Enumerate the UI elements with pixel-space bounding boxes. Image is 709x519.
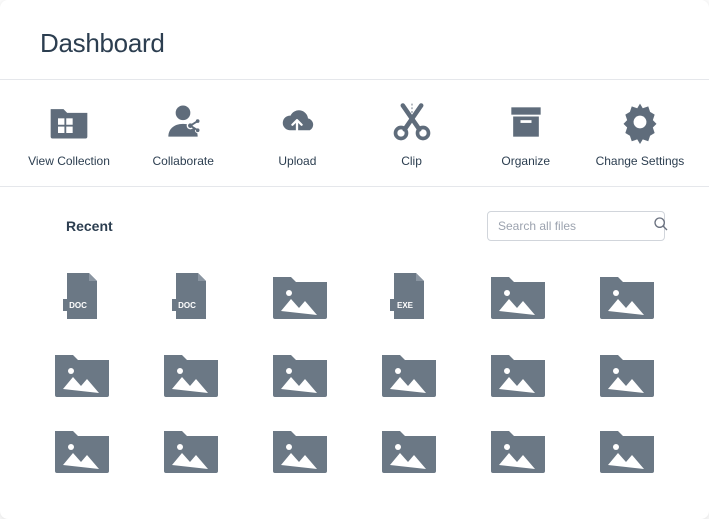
recent-section-title: Recent bbox=[44, 218, 113, 234]
view-collection-button[interactable]: View Collection bbox=[24, 98, 114, 168]
collaborate-icon bbox=[159, 98, 207, 146]
folder-image[interactable] bbox=[157, 349, 226, 399]
folder-image[interactable] bbox=[375, 349, 444, 399]
toolbar: View Collection Collaborate bbox=[0, 80, 709, 187]
file-doc[interactable]: DOC bbox=[48, 269, 117, 323]
folder-image[interactable] bbox=[157, 425, 226, 475]
scissors-icon bbox=[388, 98, 436, 146]
folder-image[interactable] bbox=[48, 349, 117, 399]
change-settings-button[interactable]: Change Settings bbox=[595, 98, 685, 168]
header: Dashboard bbox=[0, 0, 709, 79]
action-label: Organize bbox=[501, 154, 550, 168]
search-input[interactable] bbox=[498, 219, 653, 233]
folder-image[interactable] bbox=[48, 425, 117, 475]
archive-box-icon bbox=[502, 98, 550, 146]
clip-button[interactable]: Clip bbox=[367, 98, 457, 168]
folder-image[interactable] bbox=[266, 269, 335, 323]
svg-text:EXE: EXE bbox=[397, 301, 414, 310]
folder-image[interactable] bbox=[375, 425, 444, 475]
cloud-upload-icon bbox=[273, 98, 321, 146]
collaborate-button[interactable]: Collaborate bbox=[138, 98, 228, 168]
folder-image[interactable] bbox=[483, 349, 552, 399]
folder-image[interactable] bbox=[483, 269, 552, 323]
file-doc[interactable]: DOC bbox=[157, 269, 226, 323]
action-label: Change Settings bbox=[596, 154, 685, 168]
svg-text:DOC: DOC bbox=[178, 301, 196, 310]
svg-text:DOC: DOC bbox=[70, 301, 88, 310]
search-box[interactable] bbox=[487, 211, 665, 241]
upload-button[interactable]: Upload bbox=[252, 98, 342, 168]
folder-image[interactable] bbox=[266, 349, 335, 399]
folder-image[interactable] bbox=[266, 425, 335, 475]
action-label: Clip bbox=[401, 154, 422, 168]
action-label: Collaborate bbox=[153, 154, 214, 168]
folder-image[interactable] bbox=[592, 425, 661, 475]
collection-folder-icon bbox=[45, 98, 93, 146]
file-grid: DOC DOC bbox=[44, 269, 665, 475]
gear-icon bbox=[616, 98, 664, 146]
content-area: Recent DOC bbox=[0, 187, 709, 475]
page-title: Dashboard bbox=[40, 28, 669, 59]
content-header: Recent bbox=[44, 211, 665, 241]
file-exe[interactable]: EXE bbox=[375, 269, 444, 323]
organize-button[interactable]: Organize bbox=[481, 98, 571, 168]
search-icon bbox=[653, 216, 669, 237]
folder-image[interactable] bbox=[483, 425, 552, 475]
action-label: View Collection bbox=[28, 154, 110, 168]
folder-image[interactable] bbox=[592, 349, 661, 399]
dashboard-card: Dashboard View Collection bbox=[0, 0, 709, 519]
action-label: Upload bbox=[278, 154, 316, 168]
folder-image[interactable] bbox=[592, 269, 661, 323]
